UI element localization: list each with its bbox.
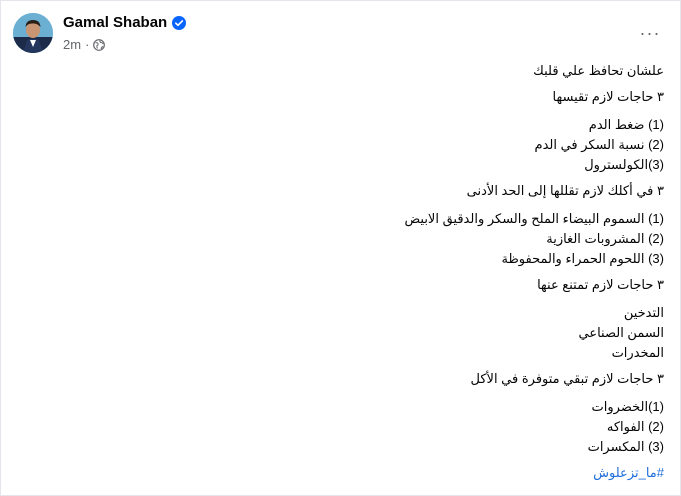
post-header: Gamal Shaban 2m · ··· bbox=[13, 9, 668, 59]
facebook-post: Gamal Shaban 2m · ··· علشان تحافظ علي قل… bbox=[0, 0, 681, 496]
post-line: السمن الصناعي bbox=[578, 325, 664, 340]
post-line: (1) ضغط الدم bbox=[588, 117, 664, 132]
post-line: (2) نسبة السكر في الدم bbox=[534, 137, 664, 152]
author-name[interactable]: Gamal Shaban bbox=[63, 14, 187, 31]
more-options-icon[interactable]: ··· bbox=[638, 21, 662, 45]
post-line: ٣ في أكلك لازم تقللها إلى الحد الأدنى bbox=[466, 183, 664, 198]
post-line: علشان تحافظ علي قلبك bbox=[533, 63, 664, 78]
more-options-label[interactable]: ··· bbox=[640, 23, 661, 44]
post-line: (2) الفواكه bbox=[606, 419, 664, 434]
author-name-text[interactable]: Gamal Shaban bbox=[63, 14, 167, 31]
post-line: ٣ حاجات لازم تقيسها bbox=[552, 89, 664, 104]
post-line: (1)الخضروات bbox=[591, 399, 664, 414]
post-line: (3) المكسرات bbox=[587, 439, 664, 454]
post-meta: 2m · bbox=[63, 37, 106, 52]
post-line: ٣ حاجات لازم تبقي متوفرة في الأكل bbox=[470, 371, 665, 386]
verified-badge-icon bbox=[172, 15, 187, 30]
post-text: علشان تحافظ علي قلبك ٣ حاجات لازم تقيسها… bbox=[24, 61, 664, 483]
avatar-photo bbox=[13, 13, 53, 53]
post-line: المخدرات bbox=[611, 345, 664, 360]
post-line: (3)الكولسترول bbox=[584, 157, 664, 172]
hashtag-link[interactable]: #ما_تزعلوش bbox=[24, 463, 664, 483]
post-line: (2) المشروبات الغازية bbox=[546, 231, 664, 246]
post-line: (3) اللحوم الحمراء والمحفوظة bbox=[501, 251, 664, 266]
author-avatar[interactable] bbox=[13, 13, 53, 53]
post-line: التدخين bbox=[623, 305, 664, 320]
post-line: ٣ حاجات لازم تمتنع عنها bbox=[537, 277, 664, 292]
post-timestamp[interactable]: 2m bbox=[63, 37, 81, 52]
globe-icon[interactable] bbox=[93, 38, 106, 51]
meta-separator: · bbox=[85, 37, 90, 52]
post-line: (1) السموم البيضاء الملح والسكر والدقيق … bbox=[404, 211, 664, 226]
